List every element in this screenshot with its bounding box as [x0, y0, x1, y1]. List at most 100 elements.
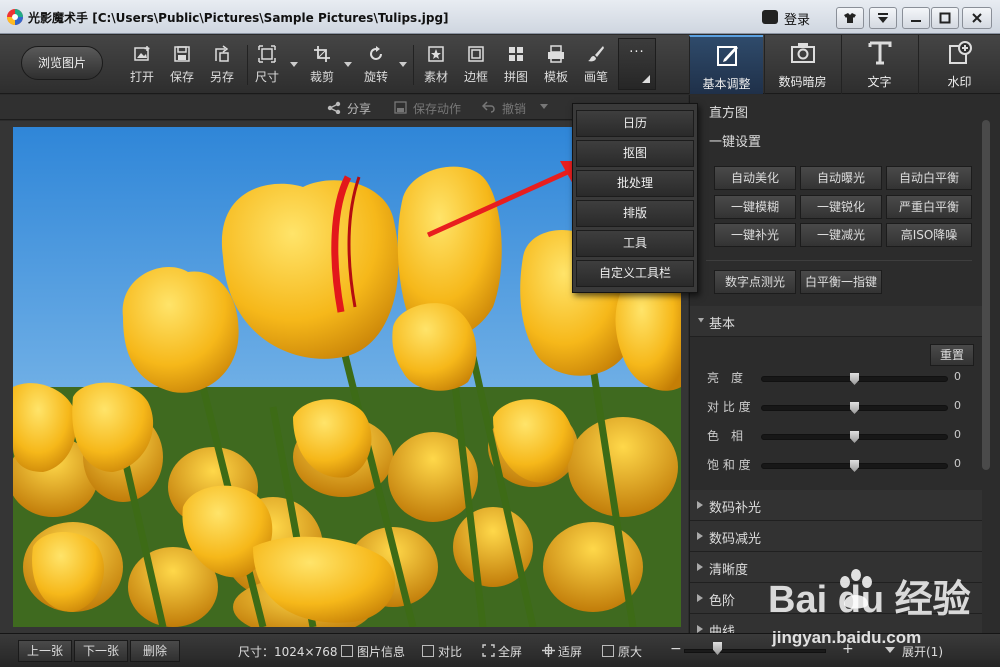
menu-item-cutout[interactable]: 抠图	[576, 140, 694, 167]
crop-dropdown-icon[interactable]	[344, 60, 352, 68]
collage-button[interactable]: 拼图	[499, 45, 533, 85]
brush-button[interactable]: 画笔	[579, 45, 613, 85]
chevron-right-icon	[697, 532, 703, 540]
crop-button[interactable]: 裁剪	[305, 45, 339, 85]
adjust-panel: 直方图 一键设置 自动美化 自动曝光 自动白平衡 一键模糊 一键锐化 严重白平衡…	[689, 95, 1000, 633]
baidu-jingyan-watermark: Bai du 经验 jingyan.baidu.com	[768, 568, 1000, 660]
panel-scrollbar[interactable]	[982, 120, 990, 470]
fit-screen-button[interactable]: 适屏	[558, 643, 582, 660]
save-action-button[interactable]: 保存动作	[413, 100, 461, 117]
high-iso-denoise-button[interactable]: 高ISO降噪	[886, 223, 972, 247]
delete-button[interactable]: 删除	[130, 640, 180, 662]
rotate-button[interactable]: 旋转	[359, 45, 393, 85]
reduce-light-section-header[interactable]: 数码减光	[690, 521, 982, 552]
skin-button[interactable]	[836, 7, 864, 29]
hue-slider-thumb[interactable]	[850, 431, 859, 443]
original-size-button[interactable]: 原大	[618, 643, 642, 660]
white-balance-picker-button[interactable]: 白平衡一指键	[800, 270, 882, 294]
tab-text[interactable]: 文字	[841, 35, 917, 94]
menu-item-tools[interactable]: 工具	[576, 230, 694, 257]
border-button[interactable]: 边框	[459, 45, 493, 85]
contrast-slider-thumb[interactable]	[850, 402, 859, 414]
tab-darkroom-label: 数码暗房	[778, 75, 827, 89]
menu-dropdown-button[interactable]	[869, 7, 897, 29]
chevron-right-icon	[697, 563, 703, 571]
prev-image-button[interactable]: 上一张	[18, 640, 72, 662]
image-size-text: 尺寸：1024×768	[238, 645, 338, 659]
undo-dropdown-icon[interactable]	[540, 104, 548, 110]
basic-section-header[interactable]: 基本	[690, 306, 982, 337]
tab-watermark[interactable]: 水印	[918, 35, 1000, 94]
chevron-right-icon	[697, 594, 703, 602]
browse-images-button[interactable]: 浏览图片	[21, 46, 103, 80]
share-button[interactable]: 分享	[347, 100, 371, 117]
oneclick-blur-button[interactable]: 一键模糊	[714, 195, 796, 219]
resize-dropdown-icon[interactable]	[290, 60, 298, 68]
next-image-button[interactable]: 下一张	[74, 640, 128, 662]
save-button[interactable]: 保存	[165, 45, 199, 85]
resize-button[interactable]: 尺寸	[250, 45, 284, 85]
login-link[interactable]: 登录	[784, 9, 810, 28]
severe-white-balance-button[interactable]: 严重白平衡	[886, 195, 972, 219]
open-label: 打开	[129, 70, 154, 84]
resize-icon	[258, 45, 276, 63]
rotate-dropdown-icon[interactable]	[399, 60, 407, 68]
fullscreen-button[interactable]: 全屏	[498, 643, 522, 660]
panel-divider	[706, 260, 972, 261]
zoom-out-icon[interactable]: −	[670, 641, 682, 657]
brightness-slider[interactable]	[761, 373, 948, 385]
oneclick-reduce-light-button[interactable]: 一键减光	[800, 223, 882, 247]
basic-adjust-icon	[717, 46, 738, 66]
close-icon	[972, 13, 982, 23]
border-label: 边框	[463, 70, 488, 84]
contrast-slider[interactable]	[761, 402, 948, 414]
brush-icon	[588, 46, 604, 62]
paw-icon	[840, 569, 872, 609]
brightness-label: 亮 度	[707, 371, 744, 385]
menu-item-layout[interactable]: 排版	[576, 200, 694, 227]
undo-button[interactable]: 撤销	[502, 100, 526, 117]
corner-arrow-icon	[642, 75, 650, 83]
minimize-button[interactable]	[902, 7, 930, 29]
compare-button[interactable]: 对比	[438, 643, 462, 660]
menu-item-custom-toolbar[interactable]: 自定义工具栏	[576, 260, 694, 287]
rotate-icon	[370, 46, 382, 60]
maximize-button[interactable]	[931, 7, 959, 29]
tab-basic-adjust[interactable]: 基本调整	[689, 35, 763, 94]
fill-light-section-header[interactable]: 数码补光	[690, 490, 982, 521]
reset-button[interactable]: 重置	[930, 344, 974, 366]
user-face-icon[interactable]	[762, 10, 778, 24]
oneclick-sharpen-button[interactable]: 一键锐化	[800, 195, 882, 219]
histogram-header[interactable]: 直方图	[690, 95, 982, 126]
oneclick-fill-light-button[interactable]: 一键补光	[714, 223, 796, 247]
open-button[interactable]: 打开	[125, 45, 159, 85]
save-as-button[interactable]: 另存	[205, 45, 239, 85]
saturation-slider-thumb[interactable]	[850, 460, 859, 472]
watermark-icon	[949, 41, 972, 64]
spot-metering-button[interactable]: 数字点测光	[714, 270, 796, 294]
auto-white-balance-button[interactable]: 自动白平衡	[886, 166, 972, 190]
auto-exposure-button[interactable]: 自动曝光	[800, 166, 882, 190]
material-label: 素材	[423, 70, 448, 84]
close-button[interactable]	[962, 7, 992, 29]
tab-watermark-label: 水印	[947, 75, 972, 89]
hue-slider[interactable]	[761, 431, 948, 443]
more-tools-button[interactable]: ···	[618, 38, 656, 90]
template-button[interactable]: 模板	[539, 45, 573, 85]
contrast-label: 对 比 度	[707, 400, 751, 414]
resize-label: 尺寸	[254, 70, 279, 84]
oneclick-header[interactable]: 一键设置	[690, 124, 982, 155]
saturation-slider[interactable]	[761, 460, 948, 472]
tab-basic-adjust-label: 基本调整	[702, 77, 751, 91]
menu-item-batch[interactable]: 批处理	[576, 170, 694, 197]
zoom-slider-thumb[interactable]	[713, 642, 722, 655]
watermark-url: jingyan.baidu.com	[772, 628, 922, 647]
menu-item-calendar[interactable]: 日历	[576, 110, 694, 137]
auto-beautify-button[interactable]: 自动美化	[714, 166, 796, 190]
tab-darkroom[interactable]: 数码暗房	[764, 35, 840, 94]
material-button[interactable]: 素材	[419, 45, 453, 85]
brightness-slider-thumb[interactable]	[850, 373, 859, 385]
saturation-label: 饱 和 度	[707, 458, 751, 472]
file-path: [C:\Users\Public\Pictures\Sample Picture…	[92, 11, 449, 25]
image-info-button[interactable]: 图片信息	[357, 643, 405, 660]
